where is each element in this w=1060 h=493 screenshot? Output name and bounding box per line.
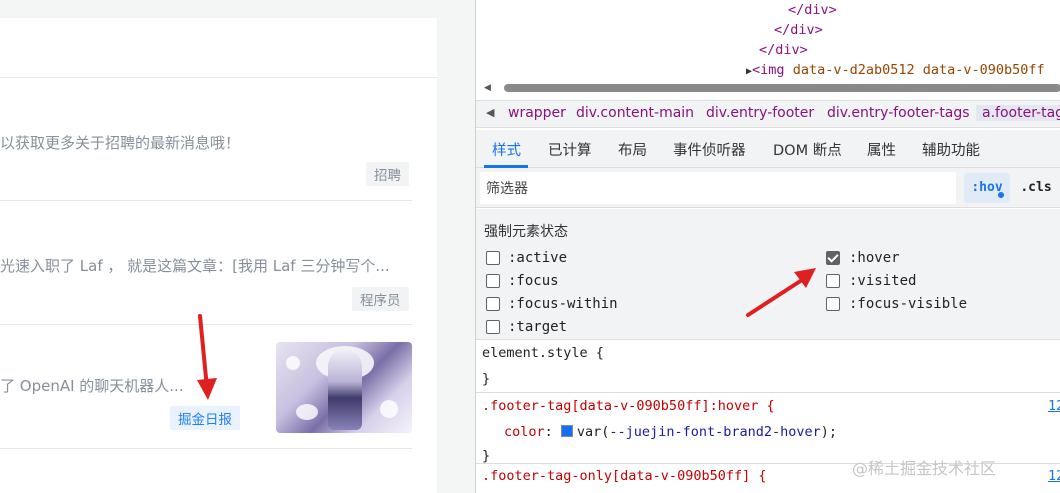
- feed-item-tag-hovered[interactable]: 掘金日报: [170, 406, 240, 430]
- thumbnail-figure: [328, 350, 362, 430]
- scroll-left-icon[interactable]: ◀: [484, 83, 491, 93]
- breadcrumb: ◀ wrapper div.content-main div.entry-foo…: [476, 100, 1060, 128]
- horizontal-scrollbar[interactable]: ◀: [484, 82, 1060, 94]
- rule-close-brace: }: [482, 371, 491, 387]
- dom-attr: data-v-d2ab0512: [792, 62, 915, 78]
- feed-item-tag[interactable]: 程序员: [352, 287, 409, 311]
- breadcrumb-item-active[interactable]: a.footer-tag: [976, 105, 1060, 121]
- rule-declaration[interactable]: color: var(--juejin-font-brand2-hover);: [504, 424, 837, 440]
- checkbox-hover[interactable]: [826, 251, 840, 265]
- checkbox-focus-visible[interactable]: [826, 297, 840, 311]
- checkbox-visited[interactable]: [826, 274, 840, 288]
- css-var-end: );: [820, 424, 838, 440]
- filter-toolbar: :hov .cls: [476, 168, 1060, 208]
- devtools-panel: </div> </div> </div> ▶<img data-v-d2ab05…: [475, 0, 1060, 493]
- list-item[interactable]: 光速入职了 Laf ， 就是这篇文章：[我用 Laf 三分钟写个... 程序员: [0, 201, 412, 325]
- feed-item-tag[interactable]: 招聘: [366, 162, 409, 186]
- element-style-selector[interactable]: element.style {: [482, 345, 604, 361]
- state-label-focus-within[interactable]: :focus-within: [508, 296, 618, 312]
- hov-toggle-button[interactable]: :hov: [964, 173, 1010, 203]
- tab-accessibility[interactable]: 辅助功能: [922, 139, 980, 160]
- breadcrumb-item[interactable]: div.content-main: [576, 105, 694, 121]
- breadcrumb-item[interactable]: div.entry-footer: [706, 105, 814, 121]
- dom-node-close[interactable]: </div>: [774, 22, 823, 38]
- thumbnail-petal: [380, 400, 398, 418]
- dom-attr: data-v-090b50ff: [922, 62, 1045, 78]
- state-label-visited[interactable]: :visited: [849, 273, 916, 289]
- article-page: 以获取更多关于招聘的最新消息哦！ 招聘 光速入职了 Laf ， 就是这篇文章：[…: [0, 0, 456, 493]
- cls-toggle-button[interactable]: .cls: [1016, 173, 1056, 203]
- force-state-panel: 强制元素状态 :active :focus :focus-within :tar…: [476, 209, 1060, 340]
- force-state-title: 强制元素状态: [484, 224, 568, 240]
- state-label-focus-visible[interactable]: :focus-visible: [849, 296, 967, 312]
- css-var-fn: var(: [576, 424, 610, 440]
- scrollbar-thumb[interactable]: [504, 84, 1060, 92]
- tab-layout[interactable]: 布局: [618, 139, 647, 160]
- list-item[interactable]: 以获取更多关于招聘的最新消息哦！ 招聘: [0, 78, 412, 201]
- state-label-focus[interactable]: :focus: [508, 273, 559, 289]
- active-dot-icon: [998, 192, 1004, 198]
- tab-computed[interactable]: 已计算: [548, 139, 592, 160]
- dom-tag: <img: [752, 62, 785, 78]
- state-label-active[interactable]: :active: [508, 250, 567, 266]
- tab-dom-breakpoints[interactable]: DOM 断点: [773, 139, 842, 160]
- thumbnail-petal: [296, 404, 318, 420]
- tab-styles[interactable]: 样式: [492, 139, 521, 160]
- feed-item-abstract[interactable]: 光速入职了 Laf ， 就是这篇文章：[我用 Laf 三分钟写个...: [0, 255, 410, 276]
- checkbox-focus[interactable]: [486, 274, 500, 288]
- checkbox-focus-within[interactable]: [486, 297, 500, 311]
- thumbnail-petal: [286, 356, 300, 370]
- dom-node-close[interactable]: </div>: [759, 42, 808, 58]
- checkbox-active[interactable]: [486, 251, 500, 265]
- watermark: @稀土掘金技术社区: [852, 459, 997, 478]
- tab-event-listeners[interactable]: 事件侦听器: [673, 139, 746, 160]
- breadcrumb-item[interactable]: wrapper: [508, 105, 566, 121]
- css-variable-link[interactable]: --juejin-font-brand2-hover: [609, 424, 820, 440]
- breadcrumb-left-icon[interactable]: ◀: [486, 106, 494, 119]
- rule-close-brace: }: [482, 448, 491, 464]
- tab-properties[interactable]: 属性: [867, 139, 896, 160]
- state-label-hover[interactable]: :hover: [849, 250, 900, 266]
- dom-node-img[interactable]: ▶<img data-v-d2ab0512 data-v-090b50ff: [746, 62, 1045, 78]
- feed-item-abstract[interactable]: 了 OpenAI 的聊天机器人...: [0, 375, 260, 396]
- rule-source-link[interactable]: 12: [1048, 468, 1060, 484]
- color-swatch-icon[interactable]: [560, 425, 573, 437]
- state-label-target[interactable]: :target: [508, 319, 567, 335]
- feed-item-abstract[interactable]: 以获取更多关于招聘的最新消息哦！: [0, 132, 410, 153]
- dom-node-close[interactable]: </div>: [788, 2, 837, 18]
- article-thumbnail[interactable]: [276, 342, 412, 433]
- feed-card-header: [0, 18, 437, 78]
- rule-divider: [476, 392, 1060, 393]
- filter-input[interactable]: [480, 172, 956, 204]
- rule-source-link[interactable]: 12: [1048, 398, 1060, 414]
- rule-selector-tag-only[interactable]: .footer-tag-only[data-v-090b50ff] {: [482, 468, 766, 484]
- breadcrumb-item[interactable]: div.entry-footer-tags: [827, 105, 970, 121]
- checkbox-target[interactable]: [486, 320, 500, 334]
- rule-selector-hover[interactable]: .footer-tag[data-v-090b50ff]:hover {: [482, 398, 775, 414]
- css-property[interactable]: color: [504, 424, 545, 440]
- styles-tabbar: 样式 已计算 布局 事件侦听器 DOM 断点 属性 辅助功能: [476, 130, 1060, 168]
